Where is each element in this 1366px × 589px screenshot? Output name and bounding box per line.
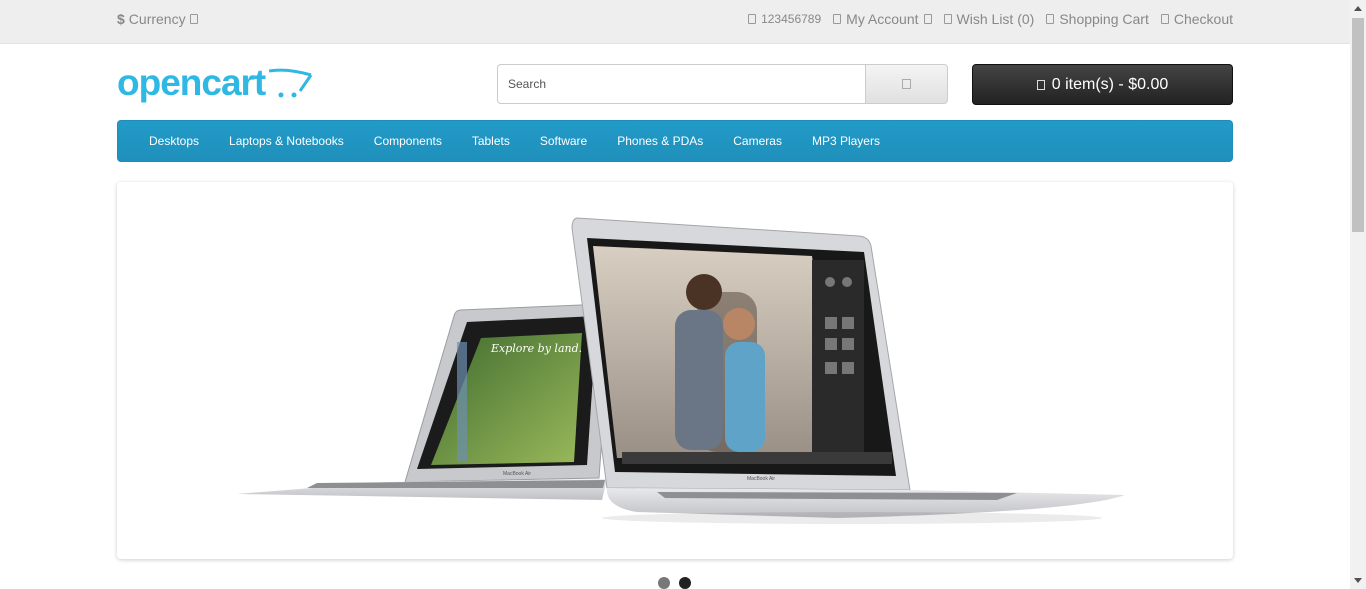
caret-down-icon	[189, 14, 198, 24]
search-bar	[497, 64, 948, 104]
my-account-link[interactable]: My Account	[833, 11, 932, 27]
logo[interactable]: opencart	[117, 64, 313, 102]
checkout-link[interactable]: Checkout	[1160, 11, 1233, 27]
slide-image: Explore by land. MacBook Air MacBook Air	[237, 217, 1125, 524]
cart-button[interactable]: 0 item(s) - $0.00	[972, 64, 1233, 105]
scroll-down-icon[interactable]	[1354, 578, 1362, 583]
cart-logo-icon	[269, 68, 313, 98]
left-screen-text: Explore by land.	[490, 342, 582, 355]
top-links: 123456789 My Account Wish List (0) Shopp…	[748, 11, 1233, 27]
search-button[interactable]	[865, 64, 948, 104]
scroll-up-icon[interactable]	[1354, 6, 1362, 11]
left-laptop-label: MacBook Air	[503, 471, 531, 477]
wish-list-label: Wish List (0)	[956, 11, 1035, 27]
menu-item-laptops-notebooks[interactable]: Laptops & Notebooks	[214, 134, 359, 148]
shopping-cart-label: Shopping Cart	[1059, 11, 1149, 27]
cart-icon	[1036, 79, 1045, 90]
slide-dot-1[interactable]	[658, 577, 670, 589]
slideshow-pagination	[658, 577, 691, 589]
phone-number: 123456789	[761, 12, 822, 26]
share-icon	[1160, 14, 1169, 24]
menu-item-components[interactable]: Components	[359, 134, 457, 148]
menu-item-phones-pdas[interactable]: Phones & PDAs	[602, 134, 718, 148]
currency-label: Currency	[128, 11, 186, 27]
user-icon	[833, 14, 842, 24]
currency-symbol: $	[117, 11, 125, 27]
logo-text: opencart	[117, 62, 266, 103]
my-account-label: My Account	[846, 11, 919, 27]
page-scrollbar[interactable]	[1350, 0, 1366, 589]
caret-down-icon	[923, 14, 932, 24]
cart-icon	[1046, 14, 1055, 24]
wish-list-link[interactable]: Wish List (0)	[943, 11, 1035, 27]
main-menu: Desktops Laptops & Notebooks Components …	[117, 120, 1233, 162]
header: opencart 0 item(s) - $0.00	[117, 60, 1233, 108]
menu-item-mp3-players[interactable]: MP3 Players	[797, 134, 895, 148]
checkout-label: Checkout	[1173, 11, 1233, 27]
search-icon	[902, 79, 911, 89]
heart-icon	[943, 14, 952, 24]
phone-icon	[748, 14, 757, 24]
slide-dot-2[interactable]	[679, 577, 691, 589]
phone-link[interactable]: 123456789	[748, 11, 821, 27]
scroll-thumb[interactable]	[1352, 18, 1364, 232]
currency-dropdown[interactable]: $ Currency	[117, 11, 198, 27]
shopping-cart-link[interactable]: Shopping Cart	[1046, 11, 1149, 27]
menu-item-tablets[interactable]: Tablets	[457, 134, 525, 148]
menu-item-software[interactable]: Software	[525, 134, 602, 148]
cart-total: 0 item(s) - $0.00	[1051, 75, 1169, 93]
menu-item-desktops[interactable]: Desktops	[134, 134, 214, 148]
slideshow[interactable]: Explore by land. MacBook Air MacBook Air	[117, 182, 1233, 559]
top-bar: $ Currency 123456789 My Account Wish Lis…	[0, 0, 1350, 44]
search-input[interactable]	[497, 64, 865, 104]
menu-item-cameras[interactable]: Cameras	[718, 134, 797, 148]
right-laptop-label: MacBook Air	[747, 476, 775, 482]
